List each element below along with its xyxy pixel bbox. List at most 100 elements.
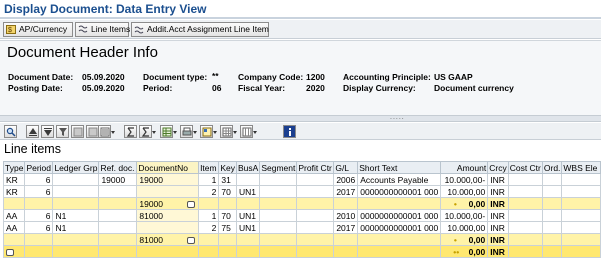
cell-cost-ctr (507, 209, 543, 222)
col-crcy[interactable]: Crcy (487, 161, 509, 174)
cell-short-text: 0000000000001 000 (357, 221, 442, 234)
col-short-text[interactable]: Short Text (357, 161, 442, 174)
document-date-value: 05.09.2020 (82, 72, 125, 82)
posting-date-value: 05.09.2020 (82, 83, 125, 93)
subtotal-amount: • 0,00 (440, 197, 489, 210)
export-button[interactable] (160, 125, 177, 138)
cell-busa: UN1 (235, 221, 261, 234)
subtotals-button[interactable] (139, 125, 156, 138)
cell-ledger: N1 (52, 221, 100, 234)
line-items-label: Line Items (91, 24, 131, 34)
col-item[interactable]: Item (198, 161, 220, 174)
application-toolbar: $ AP/Currency Line Items Addit.Acct Assi… (0, 20, 601, 39)
addit-acct-assignment-button[interactable]: Addit.Acct Assignment Line Item (131, 22, 269, 37)
subtotal-crcy: INR (487, 197, 509, 210)
sort-descending-button[interactable] (41, 125, 54, 138)
cell-document-no: 81000 (136, 209, 200, 222)
cell-short-text: 0000000000001 000 (357, 185, 442, 198)
cell-key: 75 (218, 221, 237, 234)
display-currency-value: Document currency (434, 83, 514, 93)
col-ref-doc[interactable]: Ref. doc. (98, 161, 138, 174)
line-items-button[interactable]: Line Items (75, 22, 131, 37)
assignment-icon (134, 26, 144, 34)
cell-ref-doc (98, 209, 138, 222)
col-segment[interactable]: Segment (259, 161, 298, 174)
col-wbs-ele[interactable]: WBS Ele (561, 161, 601, 174)
display-currency-label: Display Currency: (343, 83, 416, 93)
cell-amount: 10.000,00- (440, 173, 489, 186)
cell-key: 70 (218, 209, 237, 222)
fiscal-year-label: Fiscal Year: (238, 83, 286, 93)
table-row[interactable]: AA 6 N1 81000 1 70 UN1 2010 000000000000… (2, 209, 601, 222)
company-code-value: 1200 (306, 72, 325, 82)
expand-group-icon[interactable] (186, 200, 195, 208)
cell-short-text: 0000000000001 000 (357, 209, 442, 222)
cell-profit-ctr (296, 221, 335, 234)
cell-amount: 10.000,00 (440, 185, 489, 198)
line-items-grid: Type Period Ledger Grp Ref. doc. Documen… (2, 161, 601, 258)
col-document-no[interactable]: DocumentNo (136, 161, 200, 174)
cell-busa: UN1 (235, 209, 261, 222)
change-layout-button[interactable] (240, 125, 257, 138)
cell-wbs (561, 173, 601, 186)
subtotal-document-no: 19000 (136, 197, 200, 210)
cell-period: 6 (24, 185, 54, 198)
col-profit-ctr[interactable]: Profit Ctr (296, 161, 335, 174)
col-cost-ctr[interactable]: Cost Ctr (507, 161, 543, 174)
col-period[interactable]: Period (24, 161, 54, 174)
print-view-button[interactable] (98, 125, 115, 138)
views-button[interactable] (220, 125, 237, 138)
sort-ascending-button[interactable] (26, 125, 39, 138)
subtotal-row[interactable]: 81000 • 0,00 INR (2, 233, 601, 246)
col-gl[interactable]: G/L (333, 161, 359, 174)
col-key[interactable]: Key (218, 161, 237, 174)
spreadsheet-icon (162, 127, 172, 137)
subtotal-sigma-icon (141, 127, 149, 137)
sum-button[interactable] (71, 125, 84, 138)
info-button[interactable] (283, 125, 296, 138)
ap-currency-label: AP/Currency (19, 24, 68, 34)
sort-sigma-button[interactable] (124, 125, 137, 138)
cell-period: 6 (24, 221, 54, 234)
table-row[interactable]: KR 6 19000 19000 1 31 2006 Accounts Paya… (2, 173, 601, 186)
expand-all-icon[interactable] (6, 248, 14, 256)
document-date-label: Document Date: (8, 72, 74, 82)
filter-button[interactable] (56, 125, 69, 138)
cell-crcy: INR (487, 209, 509, 222)
ap-currency-button[interactable]: $ AP/Currency (3, 22, 73, 37)
table-row[interactable]: AA 6 N1 2 75 UN1 2017 0000000000001 000 … (2, 221, 601, 234)
grand-total-row[interactable]: •• 0,00 INR (2, 245, 601, 258)
cell-document-no: 19000 (136, 173, 200, 186)
col-ledger-grp[interactable]: Ledger Grp (52, 161, 100, 174)
subtotal-icon (88, 127, 98, 137)
subtotal-document-no: 81000 (136, 233, 200, 246)
cell-cost-ctr (507, 185, 543, 198)
details-button[interactable] (4, 125, 17, 138)
cell-document-no (136, 185, 200, 198)
cell-profit-ctr (296, 173, 335, 186)
col-busa[interactable]: BusA (235, 161, 261, 174)
sigma-icon (126, 127, 134, 137)
cell-gl: 2006 (333, 173, 359, 186)
print-button[interactable] (180, 125, 197, 138)
layout-button[interactable] (200, 125, 217, 138)
col-ord[interactable]: Ord. (541, 161, 563, 174)
col-type[interactable]: Type (2, 161, 26, 174)
cell-profit-ctr (296, 185, 335, 198)
subtotal-crcy: INR (487, 233, 509, 246)
alv-toolbar (0, 123, 601, 140)
cell-gl: 2010 (333, 209, 359, 222)
window-title: Display Document: Data Entry View (4, 2, 207, 16)
cell-wbs (561, 209, 601, 222)
header-splitter[interactable]: ..... (0, 114, 601, 122)
document-header-panel: Document Header Info Document Date: 05.0… (0, 40, 601, 115)
cell-wbs (561, 185, 601, 198)
document-type-value: ** (212, 71, 219, 81)
layout-icon (202, 127, 212, 137)
columns-icon (242, 127, 252, 137)
table-row[interactable]: KR 6 2 70 UN1 2017 0000000000001 000 10.… (2, 185, 601, 198)
expand-group-icon[interactable] (186, 236, 195, 244)
col-amount[interactable]: Amount (440, 161, 489, 174)
subtotal-amount: • 0,00 (440, 233, 489, 246)
subtotal-row[interactable]: 19000 • 0,00 INR (2, 197, 601, 210)
